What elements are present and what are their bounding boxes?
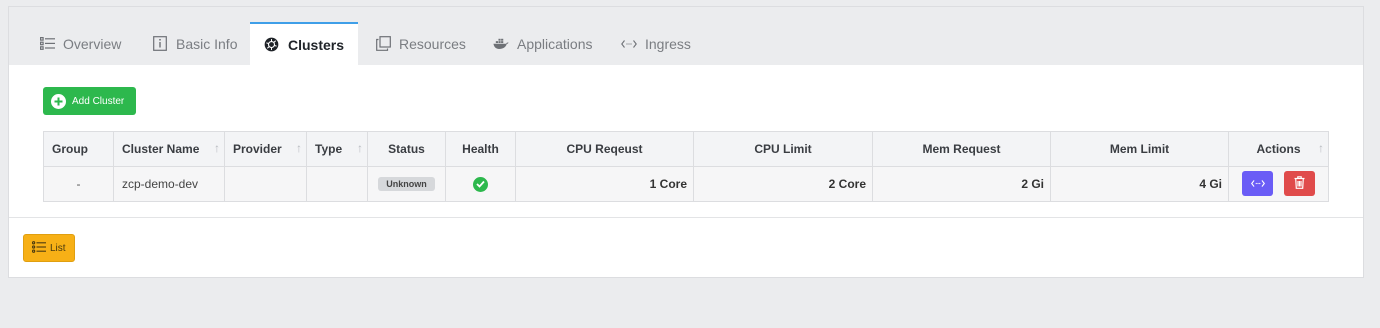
cell-cluster-name: zcp-demo-dev	[114, 167, 225, 201]
tab-label: Resources	[399, 35, 466, 52]
column-header-health: Health	[446, 132, 516, 166]
tab-label: Ingress	[645, 35, 691, 52]
cell-mem-limit: 4 Gi	[1051, 167, 1229, 201]
tab-clusters[interactable]: Clusters	[250, 22, 358, 65]
code-icon	[621, 36, 637, 52]
tab-applications[interactable]: Applications	[493, 22, 593, 65]
info-icon	[152, 36, 168, 52]
cell-group: -	[44, 167, 114, 201]
column-header-group: Group	[44, 132, 114, 166]
delete-button[interactable]	[1284, 171, 1315, 196]
tab-label: Basic Info	[176, 35, 238, 52]
tab-resources[interactable]: Resources	[375, 22, 466, 65]
code-icon	[1250, 177, 1265, 191]
cell-mem-request: 2 Gi	[873, 167, 1051, 201]
list-icon	[39, 36, 55, 52]
column-header-cluster-name[interactable]: Cluster Name ↑	[114, 132, 225, 166]
cell-provider	[225, 167, 307, 201]
tab-basic-info[interactable]: Basic Info	[152, 22, 237, 65]
cell-cpu-request: 1 Core	[516, 167, 694, 201]
column-header-cpu-request: CPU Reqeust	[516, 132, 694, 166]
sort-arrow-icon[interactable]: ↑	[296, 141, 302, 155]
list-label: List	[50, 242, 66, 254]
footer-divider	[9, 217, 1363, 218]
check-circle-icon	[473, 176, 488, 192]
column-header-mem-request: Mem Request	[873, 132, 1051, 166]
clusters-table: Group Cluster Name ↑ Provider ↑ Type ↑ Stat…	[43, 131, 1329, 202]
tab-label: Overview	[63, 35, 122, 52]
tab-bar: Overview Basic Info Clusters Resources A	[9, 7, 1363, 65]
list-button[interactable]: List	[23, 234, 75, 262]
kubernetes-icon	[264, 37, 280, 53]
tab-overview[interactable]: Overview	[39, 22, 121, 65]
cell-health	[446, 167, 516, 201]
list-icon	[31, 240, 46, 256]
tab-ingress[interactable]: Ingress	[621, 22, 691, 65]
cluster-detail-panel: Overview Basic Info Clusters Resources A	[8, 6, 1364, 278]
table-row[interactable]: - zcp-demo-dev Unknown 1 Core 2 Core 2 G…	[44, 167, 1328, 201]
docker-icon	[493, 36, 509, 52]
column-header-mem-limit: Mem Limit	[1051, 132, 1229, 166]
sort-arrow-icon[interactable]: ↑	[357, 141, 363, 155]
cell-status: Unknown	[368, 167, 446, 201]
column-header-type[interactable]: Type ↑	[307, 132, 368, 166]
copy-icon	[375, 36, 391, 52]
column-header-status: Status	[368, 132, 446, 166]
plus-circle-icon	[51, 93, 66, 109]
add-cluster-button[interactable]: Add Cluster	[43, 87, 136, 115]
cell-actions	[1229, 167, 1328, 201]
sort-arrow-icon[interactable]: ↑	[214, 141, 220, 155]
cell-cpu-limit: 2 Core	[694, 167, 873, 201]
table-header-row: Group Cluster Name ↑ Provider ↑ Type ↑ Stat…	[44, 132, 1328, 167]
tab-label: Applications	[517, 35, 593, 52]
column-header-actions: Actions ↑	[1256, 141, 1324, 156]
status-badge: Unknown	[378, 177, 435, 191]
trash-icon	[1294, 175, 1305, 192]
column-header-cpu-limit: CPU Limit	[694, 132, 873, 166]
column-header-provider[interactable]: Provider ↑	[225, 132, 307, 166]
tab-label: Clusters	[287, 36, 345, 53]
cell-type	[307, 167, 368, 201]
add-cluster-label: Add Cluster	[72, 95, 125, 107]
sort-arrow-icon[interactable]: ↑	[1318, 141, 1324, 155]
edit-button[interactable]	[1242, 171, 1273, 196]
